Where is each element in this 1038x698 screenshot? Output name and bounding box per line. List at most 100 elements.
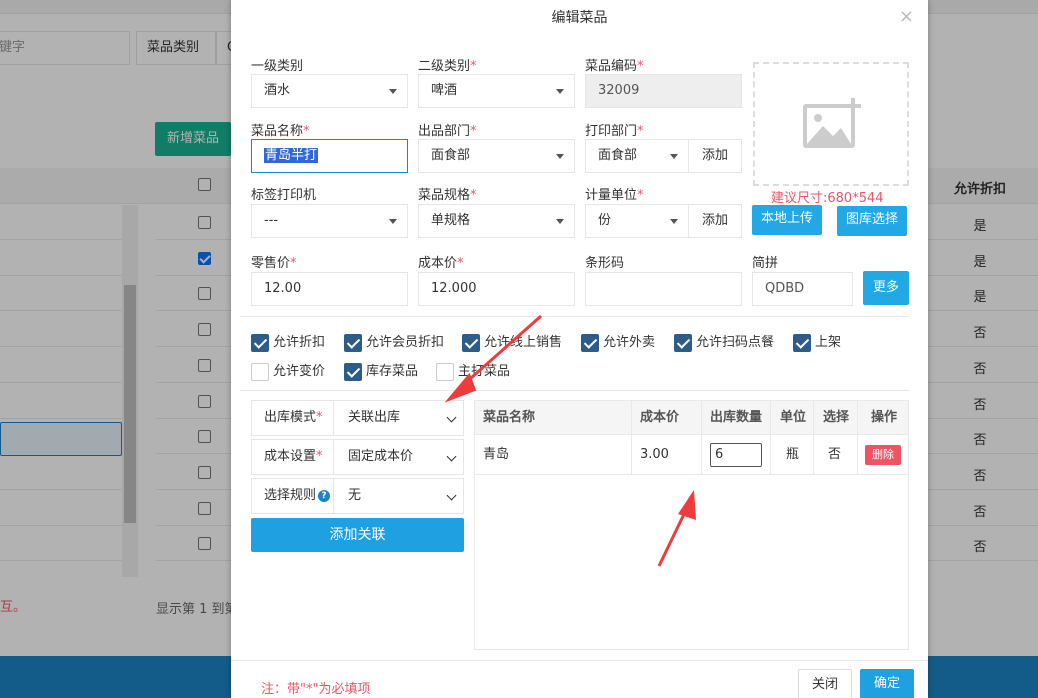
add-print-dept-button[interactable]: 添加 <box>688 139 742 173</box>
checkbox-label: 允许外卖 <box>603 335 656 350</box>
header-action: 操作 <box>871 410 898 425</box>
unchecked-box-icon[interactable] <box>436 363 454 381</box>
header-unit: 单位 <box>780 410 807 425</box>
checked-box-icon[interactable] <box>462 334 480 352</box>
level2-label-text: 二级类别 <box>418 59 471 74</box>
label-printer-label: 标签打印机 <box>251 188 317 203</box>
select-rule-label-text: 选择规则 <box>264 488 317 503</box>
pinyin-input[interactable]: QDBD <box>752 272 853 306</box>
checkbox-option[interactable]: 允许会员折扣 <box>344 333 444 353</box>
checkbox-label: 上架 <box>815 335 842 350</box>
column-divider <box>857 401 858 475</box>
checkbox-option[interactable]: 允许扫码点餐 <box>674 333 774 353</box>
delete-button[interactable]: 删除 <box>865 445 901 465</box>
label-printer-select[interactable]: --- <box>251 204 408 238</box>
retail-price-label-text: 零售价 <box>251 256 291 271</box>
row-unit: 瓶 <box>786 447 800 462</box>
checkbox-label: 允许线上销售 <box>484 335 563 350</box>
required-note: 注：带"*"为必填项 <box>261 682 371 697</box>
required-mark: * <box>457 256 464 271</box>
barcode-label: 条形码 <box>585 256 625 271</box>
dish-name-selected-text: 青岛半打 <box>264 148 319 163</box>
checkbox-label: 库存菜品 <box>366 364 419 379</box>
retail-price-input[interactable]: 12.00 <box>251 272 408 306</box>
select-rule-label: 选择规则? <box>252 479 334 513</box>
close-button[interactable]: 关闭 <box>798 669 852 698</box>
spec-select[interactable]: 单规格 <box>418 204 575 238</box>
spec-label: 菜品规格* <box>418 184 477 203</box>
header-cost: 成本价 <box>640 410 680 425</box>
checkbox-option[interactable]: 允许折扣 <box>251 333 325 353</box>
table-row: 青岛 3.00 6 瓶 否 删除 <box>475 435 908 475</box>
image-size-hint: 建议尺寸:680*544 <box>771 191 884 206</box>
image-upload-area[interactable] <box>753 62 909 186</box>
spec-label-text: 菜品规格 <box>418 188 471 203</box>
checkbox-option[interactable]: 允许外卖 <box>581 333 655 353</box>
dish-name-input[interactable]: 青岛半打 <box>251 139 408 173</box>
cost-setting-label: 成本设置* <box>252 440 334 474</box>
pinyin-label: 简拼 <box>752 256 779 271</box>
edit-dish-modal: 编辑菜品 × 一级类别 酒水 二级类别* 啤酒 菜品编码* 32009 建议尺寸… <box>231 0 928 698</box>
upload-local-button[interactable]: 本地上传 <box>752 205 822 235</box>
checkbox-option[interactable]: 主打菜品 <box>436 362 510 382</box>
cost-price-input[interactable]: 12.000 <box>418 272 575 306</box>
cost-price-label-text: 成本价 <box>418 256 458 271</box>
unchecked-box-icon[interactable] <box>251 363 269 381</box>
checkbox-option[interactable]: 允许变价 <box>251 362 325 382</box>
column-divider <box>701 401 702 475</box>
checked-box-icon[interactable] <box>793 334 811 352</box>
modal-title: 编辑菜品 <box>551 10 608 26</box>
unit-label-text: 计量单位 <box>585 188 638 203</box>
stock-mode-label: 出库模式* <box>252 401 334 435</box>
image-placeholder-icon <box>803 98 861 148</box>
header-qty: 出库数量 <box>710 410 763 425</box>
checkbox-option[interactable]: 允许线上销售 <box>462 333 562 353</box>
relation-table-header: 菜品名称 成本价 出库数量 单位 选择 操作 <box>475 401 908 435</box>
add-unit-button[interactable]: 添加 <box>688 204 742 238</box>
header-select: 选择 <box>823 410 850 425</box>
checkbox-option[interactable]: 库存菜品 <box>344 362 418 382</box>
required-mark: * <box>303 124 310 139</box>
add-relation-button[interactable]: 添加关联 <box>251 518 464 552</box>
checkbox-option[interactable]: 上架 <box>793 333 841 353</box>
out-dept-select[interactable]: 面食部 <box>418 139 575 173</box>
unit-label: 计量单位* <box>585 184 644 203</box>
stock-mode-row: 出库模式* 关联出库 <box>251 400 464 436</box>
level1-select[interactable]: 酒水 <box>251 74 408 108</box>
checked-box-icon[interactable] <box>344 334 362 352</box>
stock-mode-select[interactable]: 关联出库 <box>334 401 463 435</box>
required-mark: * <box>290 256 297 271</box>
quantity-input[interactable]: 6 <box>710 443 762 467</box>
name-label: 菜品名称* <box>251 120 310 139</box>
select-rule-select[interactable]: 无 <box>334 479 463 513</box>
more-button[interactable]: 更多 <box>863 271 909 305</box>
checkbox-label: 允许会员折扣 <box>366 335 445 350</box>
gallery-select-button[interactable]: 图库选择 <box>837 206 907 236</box>
print-dept-select[interactable]: 面食部 <box>585 139 689 173</box>
required-mark: * <box>637 188 644 203</box>
cost-setting-select[interactable]: 固定成本价 <box>334 440 463 474</box>
help-icon[interactable]: ? <box>318 490 331 502</box>
checked-box-icon[interactable] <box>344 363 362 381</box>
checked-box-icon[interactable] <box>581 334 599 352</box>
close-icon[interactable]: × <box>899 6 914 27</box>
unit-select[interactable]: 份 <box>585 204 689 238</box>
checked-box-icon[interactable] <box>674 334 692 352</box>
required-mark: * <box>470 124 477 139</box>
required-mark: * <box>470 59 477 74</box>
level2-label: 二级类别* <box>418 55 477 74</box>
level1-label-text: 一级类别 <box>251 59 304 74</box>
row-dish-name: 青岛 <box>483 447 510 462</box>
required-mark: * <box>637 59 644 74</box>
select-rule-row: 选择规则? 无 <box>251 478 464 514</box>
barcode-input[interactable] <box>585 272 742 306</box>
code-label: 菜品编码* <box>585 55 644 74</box>
checked-box-icon[interactable] <box>251 334 269 352</box>
level1-label: 一级类别 <box>251 55 303 74</box>
cost-price-label: 成本价* <box>418 252 464 271</box>
confirm-button[interactable]: 确定 <box>860 669 914 698</box>
checkbox-label: 允许变价 <box>273 364 326 379</box>
level2-select[interactable]: 啤酒 <box>418 74 575 108</box>
retail-price-label: 零售价* <box>251 252 297 271</box>
required-mark: * <box>470 188 477 203</box>
